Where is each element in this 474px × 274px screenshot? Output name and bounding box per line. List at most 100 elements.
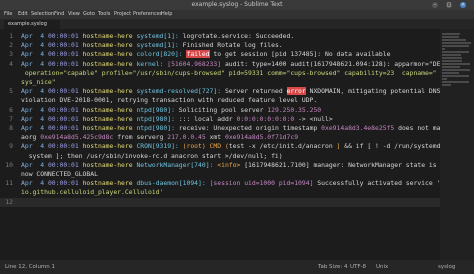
close-button[interactable]: ✕ [460,2,466,8]
token: Apr 4 [21,41,48,50]
token: 0xe914a8d3.4e8e25f5 [321,124,395,132]
token: systemd[1]: [136,32,183,40]
minimap-line [442,63,470,65]
minimap[interactable] [440,29,474,260]
code-line[interactable]: io.github.celluloid_player.Celluloid' [0,188,440,197]
token: hostname-here [82,114,137,123]
line-number: 8 [9,124,13,132]
line-text: io.github.celluloid_player.Celluloid' [21,188,163,197]
code-line[interactable]: 5 Apr 4 00:00:01 hostname-here systemd-re… [0,87,440,96]
code-line[interactable]: 12 [0,197,440,207]
token: 00:00:01 [47,114,83,123]
token: Apr 4 [21,50,48,59]
menu-preferences[interactable]: Preferences [133,10,162,19]
code-line[interactable]: operation="capable" profile="/usr/sbin/c… [0,69,440,78]
code-line[interactable]: 2 Apr 4 00:00:01 hostname-here systemd[1]… [0,41,440,50]
token: Apr 4 [21,114,48,123]
tab-bar: example.syslog [0,19,474,29]
token: Apr 4 [21,142,48,151]
status-syntax[interactable]: syslog [438,260,455,274]
token: hostname-here [82,32,137,40]
menu-find[interactable]: Find [54,10,64,19]
token: 00:00:01 [47,160,83,169]
token: to get session [pid 137485]: No data ava… [209,50,391,59]
line-number: 2 [9,41,13,50]
menu-project[interactable]: Project [114,10,131,19]
code-line[interactable]: 7 Apr 4 00:00:01 hostname-here ntpd[980]:… [0,115,440,124]
status-encoding[interactable]: UTF-8 [350,260,366,274]
token: 00:00:01 [47,87,83,96]
code-line[interactable]: 10 Apr 4 00:00:01 hostname-here NetworkMa… [0,161,440,170]
code-line[interactable]: 8 Apr 4 00:00:01 hostname-here ntpd[980]:… [0,124,452,133]
token: hostname-here [82,59,137,68]
minimize-button[interactable]: – [432,2,438,8]
token: Server returned [224,87,287,96]
code-line[interactable]: 6 Apr 4 00:00:01 hostname-here ntpd[980]:… [0,106,440,115]
token: from serverg [113,133,168,142]
token: Apr 4 [21,179,48,188]
token: xmt [205,133,225,142]
token: hostname-here [82,87,137,96]
token: ntpd[980]: [136,114,179,123]
code-line[interactable]: system ]; then /usr/sbin/invoke-rc.d ana… [0,152,440,161]
maximize-button[interactable]: □ [446,2,452,8]
token: -> <null> [294,114,333,123]
menu-tools[interactable]: Tools [98,10,110,19]
line-text: Apr 4 00:00:01 hostname-here systemd-res… [21,87,440,96]
token: <info> [217,160,245,169]
token: system ]; then /usr/sbin/invoke-rc.d ana… [21,151,283,160]
minimap-line [442,81,470,83]
status-tab-size[interactable]: Tab Size: 4 [318,260,347,274]
token: ::: local addr [178,114,237,123]
token: 0xe914a8d5.425c9d8c [40,133,114,142]
token: kernel: [136,59,168,68]
token: systemd-resolved[727]: [136,87,225,96]
tab-example-syslog[interactable]: example.syslog [4,20,60,29]
code-line[interactable]: 1 Apr 4 00:00:01 hostname-here systemd[1]… [0,32,440,41]
token: [session uid=1000 pid=1094] [209,179,318,188]
code-line[interactable]: now CONNECTED_GLOBAL [0,170,440,179]
menu-edit[interactable]: Edit [18,10,28,19]
code-line[interactable]: aorg 0xe914a8d5.425c9d8c from serverg 21… [0,133,440,142]
window-title: example.syslog - Sublime Text [191,1,283,8]
minimap-line [442,66,460,68]
code-line[interactable]: violation DVE-2018-0001, retrying transa… [0,96,440,105]
token: failed [186,50,210,59]
minimap-line [442,60,463,62]
token: hostname-here [82,124,137,132]
line-text: Apr 4 00:00:01 hostname-here kernel: [51… [21,60,460,69]
token: Apr 4 [21,160,48,169]
status-line-endings[interactable]: Unix [376,260,388,274]
menu-selection[interactable]: Selection [31,10,54,19]
code-line[interactable]: sys_nice" [0,78,440,87]
menu-help[interactable]: Help [161,10,172,19]
code-line[interactable]: 11 Apr 4 00:00:01 hostname-here dbus-daem… [0,179,440,188]
token: Finished Rotate log files. [182,41,283,50]
token: ntpd[980]: [136,105,179,114]
token: 0xe914a8d5.0f71d7c9 [224,133,299,142]
token: Apr 4 [21,32,48,40]
token: 217.0.0.45 [167,133,206,142]
menu-view[interactable]: View [68,10,80,19]
token: aorg [21,133,41,142]
line-text: aorg 0xe914a8d5.425c9d8c from serverg 21… [21,133,298,142]
token: receive: Unexpected origin timestamp [178,124,322,132]
token: 00:00:01 [47,124,83,132]
menu-file[interactable]: File [4,10,12,19]
code-line[interactable]: 3 Apr 4 00:00:01 hostname-here colord[820… [0,50,440,59]
code-line[interactable]: 9 Apr 4 00:00:01 hostname-here CRON[9319]… [0,142,444,151]
code-line[interactable]: 4 Apr 4 00:00:01 hostname-here kernel: [5… [0,60,460,69]
status-cursor-position: Line 12, Column 1 [5,264,56,270]
token: systemd[1]: [136,41,183,50]
token: Soliciting pool server [178,105,268,114]
menu-goto[interactable]: Goto [83,10,95,19]
line-text: Apr 4 00:00:01 hostname-here colord[820]… [21,50,390,59]
token: error [286,87,306,96]
token: audit: type=1400 audit(1617948621.094:12… [224,59,460,68]
token: operation="capable" profile="/usr/sbin/c… [21,68,437,77]
minimap-line [442,39,466,41]
editor-area[interactable]: 1 Apr 4 00:00:01 hostname-here systemd[1]… [0,29,474,260]
token: io.github.celluloid_player.Celluloid' [21,188,164,197]
token: && if [ ! -d /run/systemd/ [340,142,445,151]
token: colord[820]: [136,50,187,59]
